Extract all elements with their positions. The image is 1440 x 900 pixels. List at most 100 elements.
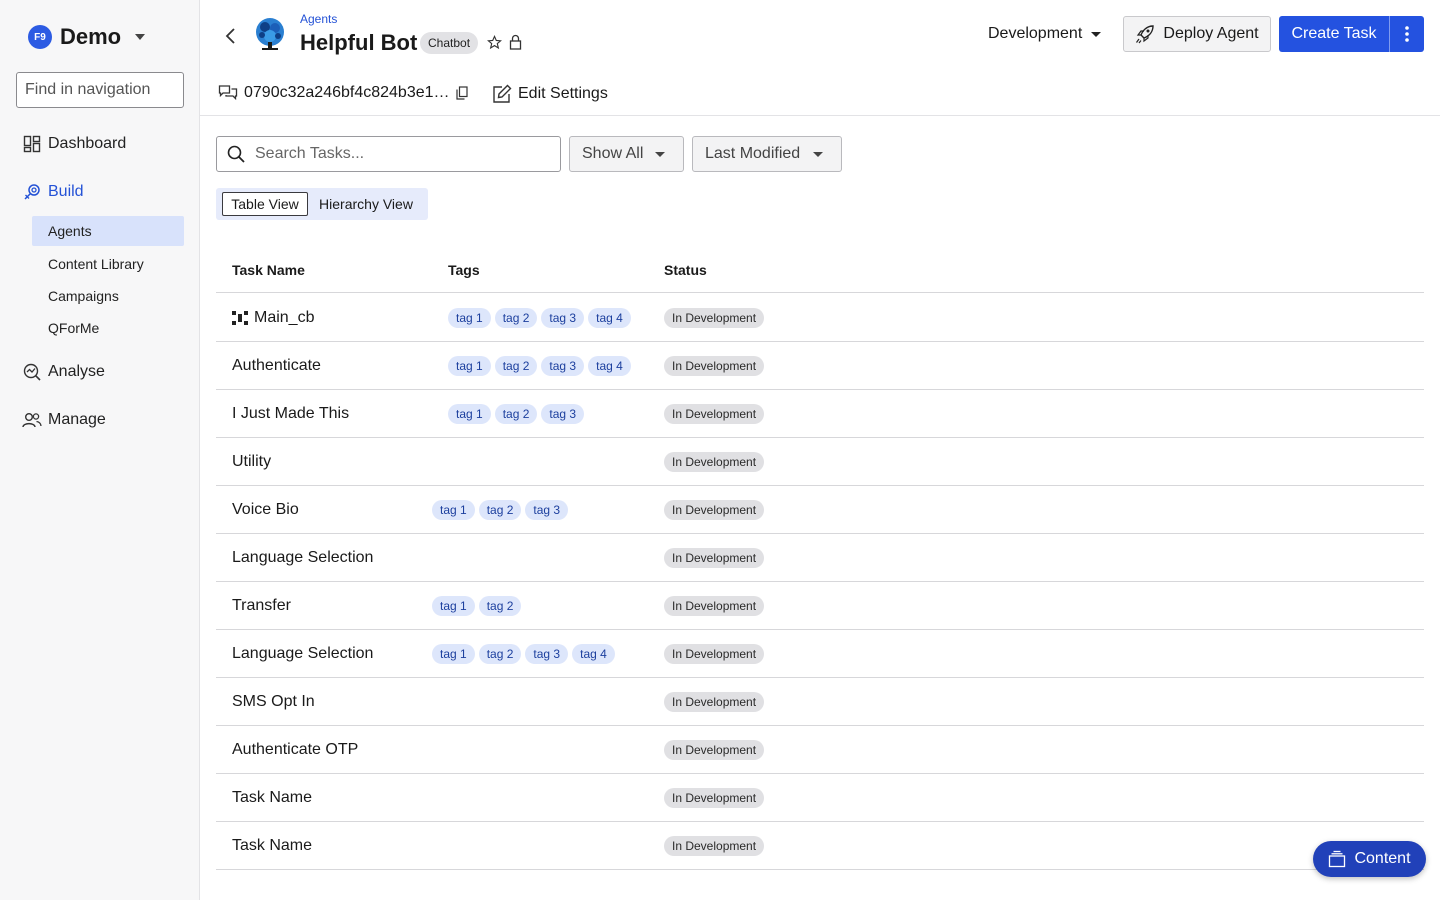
main-flow-icon	[232, 311, 248, 325]
status-badge: In Development	[664, 692, 765, 712]
task-name-cell[interactable]: I Just Made This	[232, 405, 349, 423]
task-name-text: SMS Opt In	[232, 693, 315, 710]
table-row[interactable]: Authenticate tag 1 tag 2 tag 3 tag 4 In Devel…	[216, 342, 1424, 390]
table-row[interactable]: Voice Bio tag 1 tag 2 tag 3 In Development	[216, 486, 1424, 534]
tag-chip[interactable]: tag 1	[448, 308, 491, 328]
tag-chip[interactable]: tag 2	[494, 404, 538, 424]
back-button[interactable]	[220, 26, 240, 46]
agent-avatar	[252, 16, 288, 52]
tag-chip[interactable]: tag 1	[432, 500, 475, 520]
edit-settings-link[interactable]: Edit Settings	[492, 84, 608, 104]
table-row[interactable]: Main_cb tag 1 tag 2 tag 3 tag 4 In Developmen…	[216, 294, 1424, 342]
tag-chip[interactable]: tag 3	[541, 404, 585, 424]
tag-chip[interactable]: tag 3	[541, 356, 585, 376]
status-badge: In Development	[664, 836, 765, 856]
task-name-cell[interactable]: Authenticate OTP	[232, 741, 358, 759]
sort-dropdown[interactable]: Last Modified	[692, 136, 842, 172]
sort-value: Last Modified	[705, 145, 801, 162]
tag-chip[interactable]: tag 2	[494, 356, 538, 376]
tag-chip[interactable]: tag 3	[541, 308, 585, 328]
table-row[interactable]: Utility In Development	[216, 438, 1424, 486]
table-row[interactable]: Authenticate OTP In Development	[216, 726, 1424, 774]
tag-chip[interactable]: tag 3	[525, 644, 569, 664]
task-name-text: Main_cb	[254, 309, 315, 326]
caret-down-icon	[1091, 31, 1102, 37]
kebab-menu-icon	[1405, 26, 1409, 42]
task-search-input[interactable]	[255, 145, 545, 163]
task-name-text: Language Selection	[232, 549, 374, 566]
lock-icon[interactable]	[509, 34, 522, 50]
tag-chip[interactable]: tag 4	[572, 644, 615, 664]
show-filter-dropdown[interactable]: Show All	[569, 136, 684, 172]
nav-label: Manage	[48, 411, 106, 428]
show-filter-value: Show All	[582, 145, 644, 162]
task-name-cell[interactable]: Language Selection	[232, 645, 373, 663]
tag-chip[interactable]: tag 4	[588, 308, 631, 328]
tab-table-view[interactable]: Table View	[222, 192, 308, 216]
tag-chip[interactable]: tag 1	[432, 644, 475, 664]
task-name-cell[interactable]: Utility	[232, 453, 271, 471]
nav-search-input[interactable]	[16, 72, 184, 108]
tag-chip[interactable]: tag 1	[448, 404, 491, 424]
task-name-cell[interactable]: Task Name	[232, 837, 312, 855]
column-header-tags[interactable]: Tags	[448, 262, 480, 278]
sidebar-item-campaigns[interactable]: Campaigns	[32, 281, 184, 311]
table-row[interactable]: Language Selection In Development	[216, 534, 1424, 582]
star-icon[interactable]	[487, 35, 502, 50]
tag-chip[interactable]: tag 1	[448, 356, 491, 376]
table-row[interactable]: Language Selection tag 1 tag 2 tag 3 tag 4 In…	[216, 630, 1424, 678]
org-name: Demo	[60, 24, 122, 49]
org-badge: F9	[28, 25, 52, 49]
tag-chip[interactable]: tag 2	[478, 596, 522, 616]
copy-icon[interactable]	[455, 86, 468, 100]
caret-down-icon	[813, 152, 823, 157]
table-row[interactable]: I Just Made This tag 1 tag 2 tag 3 In Develo…	[216, 390, 1424, 438]
task-name-cell[interactable]: Authenticate	[232, 357, 321, 375]
nav-item-manage[interactable]: Manage	[22, 410, 106, 430]
table-row[interactable]: Task Name In Development	[216, 822, 1424, 870]
task-name-cell[interactable]: Transfer	[232, 597, 291, 615]
status-badge: In Development	[664, 596, 765, 616]
nav-item-dashboard[interactable]: Dashboard	[22, 134, 126, 154]
tag-chip[interactable]: tag 1	[432, 596, 475, 616]
tag-chip[interactable]: tag 2	[478, 500, 522, 520]
breadcrumb[interactable]: Agents	[300, 12, 337, 26]
header-divider	[200, 115, 1440, 116]
task-search[interactable]	[216, 136, 561, 172]
sidebar-item-qforme[interactable]: QForMe	[32, 313, 184, 343]
search-icon	[227, 145, 245, 163]
column-header-status[interactable]: Status	[664, 262, 707, 278]
tag-chip[interactable]: tag 2	[494, 308, 538, 328]
tag-chip[interactable]: tag 3	[525, 500, 569, 520]
environment-select[interactable]: Development	[988, 24, 1102, 44]
task-name-cell[interactable]: Language Selection	[232, 549, 373, 567]
nav-label: Build	[48, 183, 84, 200]
deploy-agent-button[interactable]: Deploy Agent	[1123, 16, 1271, 52]
table-row[interactable]: SMS Opt In In Development	[216, 678, 1424, 726]
more-options-button[interactable]	[1389, 16, 1424, 52]
sidebar-item-content-library[interactable]: Content Library	[32, 249, 184, 279]
column-header-task-name[interactable]: Task Name	[232, 262, 305, 278]
task-name-cell[interactable]: Voice Bio	[232, 501, 299, 519]
org-switcher[interactable]: F9 Demo	[28, 24, 146, 50]
task-name-cell[interactable]: Main_cb	[232, 309, 314, 327]
nav-item-build[interactable]: Build	[22, 182, 84, 202]
tag-list: tag 1 tag 2 tag 3 tag 4	[448, 308, 635, 328]
create-task-button[interactable]: Create Task	[1279, 16, 1389, 52]
tab-hierarchy-view[interactable]: Hierarchy View	[312, 192, 420, 216]
sidebar-item-agents[interactable]: Agents	[32, 216, 184, 246]
table-row[interactable]: Transfer tag 1 tag 2 In Development	[216, 582, 1424, 630]
table-row[interactable]: Task Name In Development	[216, 774, 1424, 822]
task-name-text: Language Selection	[232, 645, 374, 662]
tag-chip[interactable]: tag 2	[478, 644, 522, 664]
users-icon	[22, 410, 42, 430]
task-name-cell[interactable]: SMS Opt In	[232, 693, 315, 711]
content-button[interactable]: Content	[1313, 841, 1426, 877]
tag-list: tag 1 tag 2	[432, 596, 525, 616]
content-icon	[1329, 850, 1346, 868]
tag-chip[interactable]: tag 4	[588, 356, 631, 376]
view-toggle: Table View Hierarchy View	[216, 188, 428, 220]
task-name-cell[interactable]: Task Name	[232, 789, 312, 807]
nav-item-analyse[interactable]: Analyse	[22, 362, 105, 382]
tag-list: tag 1 tag 2 tag 3 tag 4	[432, 644, 619, 664]
